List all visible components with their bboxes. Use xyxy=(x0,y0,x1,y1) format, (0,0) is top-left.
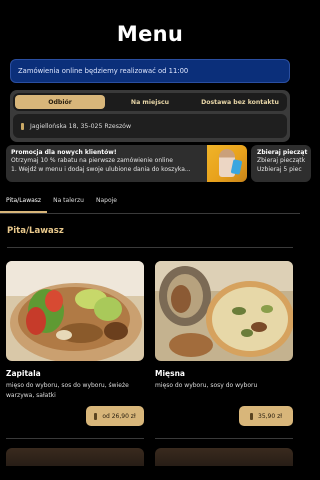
tab-napoje[interactable]: Napoje xyxy=(90,192,123,213)
promo-card-stamps[interactable]: Zbieraj piecząt Zbieraj pieczątk Uzbiera… xyxy=(251,145,311,182)
product-card-miesna[interactable]: Mięsna mięso do wyboru, sosy do wyboru 3… xyxy=(155,261,293,439)
product-image xyxy=(6,261,144,361)
cart-icon xyxy=(250,412,254,420)
promo-card-new-customers[interactable]: Promocja dla nowych klientów! Otrzymaj 1… xyxy=(6,145,247,182)
product-description: mięso do wyboru, sosy do wyboru xyxy=(155,382,258,389)
promo-title: Promocja dla nowych klientów! xyxy=(11,149,117,156)
product-price: od 26,90 zł xyxy=(102,412,136,420)
tab-na-miejscu[interactable]: Na miejscu xyxy=(105,95,195,109)
tab-dostawa[interactable]: Dostawa bez kontaktu xyxy=(195,95,285,109)
product-name: Zapitala xyxy=(6,369,41,378)
order-options-panel: Odbiór Na miejscu Dostawa bez kontaktu J… xyxy=(10,90,290,142)
restaurant-address[interactable]: Jagiellońska 18, 35-025 Rzeszów xyxy=(13,114,287,138)
add-to-cart-button[interactable]: 35,90 zł xyxy=(239,406,293,426)
product-name: Mięsna xyxy=(155,369,185,378)
add-to-cart-button[interactable]: od 26,90 zł xyxy=(86,406,144,426)
product-description: mięso do wyboru, sos do wyboru, świeże w… xyxy=(6,382,129,399)
tab-na-talerzu[interactable]: Na talerzu xyxy=(47,192,90,213)
tab-odbior[interactable]: Odbiór xyxy=(15,95,105,109)
cart-icon xyxy=(94,412,98,420)
section-divider xyxy=(7,247,293,248)
system-nav-bar xyxy=(0,466,300,480)
tab-pita-lawasz[interactable]: Pita/Lawasz xyxy=(0,192,48,213)
location-pin-icon xyxy=(21,122,24,130)
category-tabs: Pita/Lawasz Na talerzu Napoje xyxy=(0,192,300,214)
promo-line: Otrzymaj 10 % rabatu na pierwsze zamówie… xyxy=(11,157,173,165)
info-banner: Zamówienia online będziemy realizować od… xyxy=(10,59,290,83)
product-card-zapitala[interactable]: Zapitala mięso do wyboru, sos do wyboru,… xyxy=(6,261,144,439)
product-image xyxy=(155,261,293,361)
promo-image xyxy=(207,145,247,182)
promo-line: Uzbieraj 5 piec xyxy=(257,165,302,173)
status-bar xyxy=(0,0,300,8)
section-title: Pita/Lawasz xyxy=(7,226,64,236)
promo-title: Zbieraj piecząt xyxy=(257,149,308,156)
product-price: 35,90 zł xyxy=(258,412,282,420)
page-title: Menu xyxy=(116,22,184,46)
order-type-selector: Odbiór Na miejscu Dostawa bez kontaktu xyxy=(13,93,287,111)
address-text: Jagiellońska 18, 35-025 Rzeszów xyxy=(30,122,132,130)
promo-line: 1. Wejdź w menu i dodaj swoje ulubione d… xyxy=(11,165,191,173)
promo-line: Zbieraj pieczątk xyxy=(257,157,306,165)
